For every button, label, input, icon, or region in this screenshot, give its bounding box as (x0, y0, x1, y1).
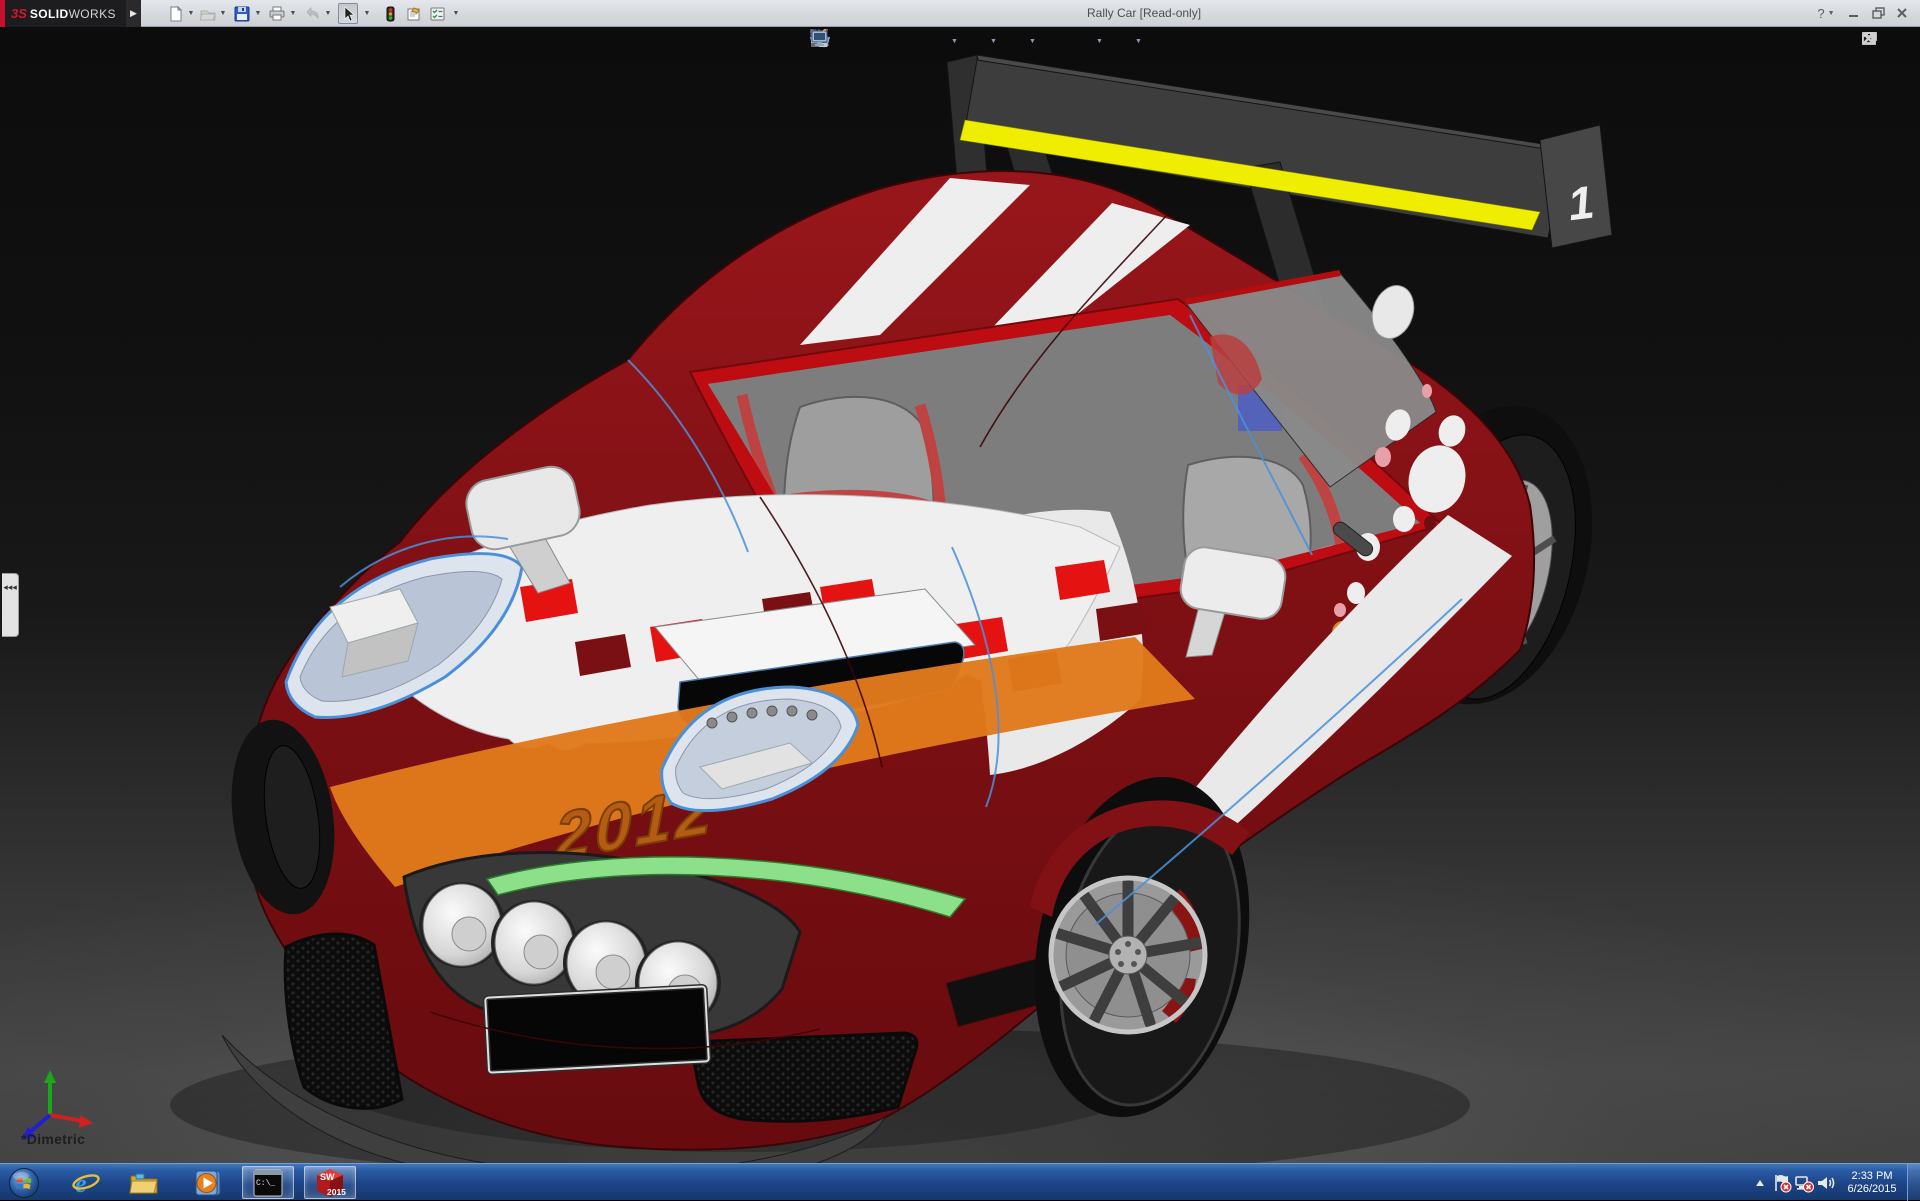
section-view-button[interactable] (894, 29, 920, 53)
taskbar-solidworks-2015[interactable]: SW 2015 (304, 1166, 356, 1199)
logo-solid: SOLID (30, 7, 69, 21)
minimize-button[interactable] (1844, 4, 1864, 22)
options-icon (430, 6, 446, 22)
taskbar-windows-explorer[interactable] (124, 1166, 164, 1199)
rally-car-model[interactable]: 1 (220, 55, 1622, 1163)
taskbar-media-player[interactable] (188, 1166, 228, 1199)
view-orientation-dropdown[interactable]: ▼ (950, 38, 959, 45)
network-disconnected-icon (1794, 1173, 1814, 1193)
save-button[interactable] (232, 3, 252, 24)
taskbar-command-prompt[interactable]: C:\_ (242, 1166, 294, 1199)
select-button[interactable] (338, 3, 358, 24)
file-properties-icon (406, 6, 422, 22)
center-mesh-grille (690, 1033, 917, 1121)
solidworks-logo: 3S SOLIDWORKS (0, 0, 126, 27)
display-style-dropdown[interactable]: ▼ (989, 38, 998, 45)
print-dropdown[interactable]: ▼ (288, 10, 298, 20)
network-status-icon[interactable] (1793, 1164, 1815, 1201)
title-bar: 3S SOLIDWORKS ▶ ▼ ▼ ▼ ▼ ▼ ▼ ▼ Rally Car … (0, 0, 1920, 27)
logo-glyph: 3S (11, 6, 27, 21)
print-button[interactable] (267, 3, 287, 24)
folder-icon (129, 1168, 159, 1198)
action-center-icon[interactable] (1771, 1164, 1793, 1201)
reference-triad (21, 1070, 93, 1140)
view-orientation-label: *Dimetric (21, 1131, 85, 1147)
options-button[interactable] (428, 3, 448, 24)
svg-text:e: e (75, 1169, 87, 1198)
media-player-icon (193, 1168, 223, 1198)
restore-button[interactable] (1868, 4, 1888, 22)
cmd-label: C:\_ (256, 1179, 275, 1188)
print-icon (269, 6, 285, 22)
zoom-to-area-button[interactable] (838, 29, 864, 53)
undo-dropdown[interactable]: ▼ (323, 10, 333, 20)
edit-appearance-button[interactable] (1039, 29, 1065, 53)
new-dropdown[interactable]: ▼ (186, 10, 196, 20)
action-center-flag-icon (1772, 1173, 1792, 1193)
traffic-light-icon (382, 6, 398, 22)
select-dropdown[interactable]: ▼ (362, 10, 372, 20)
sw-letters: SW (320, 1172, 335, 1182)
show-hidden-icons-icon (1754, 1178, 1766, 1188)
hide-show-items-dropdown[interactable]: ▼ (1028, 38, 1037, 45)
volume-icon[interactable] (1815, 1164, 1837, 1201)
help-button[interactable]: ? ▼ (1816, 4, 1836, 22)
start-button[interactable] (4, 1166, 44, 1199)
start-orb-icon (8, 1167, 40, 1199)
undo-button[interactable] (302, 3, 322, 24)
save-dropdown[interactable]: ▼ (253, 10, 263, 20)
sw-badge: 2015 (327, 1187, 346, 1197)
clock-time: 2:33 PM (1837, 1170, 1907, 1183)
window-title: Rally Car [Read-only] (1087, 6, 1201, 20)
logo-works: WORKS (69, 7, 116, 21)
taskbar: e C:\_ SW 2015 (0, 1163, 1920, 1200)
apply-scene-dropdown[interactable]: ▼ (1095, 38, 1104, 45)
close-button[interactable] (1892, 4, 1912, 22)
restore-icon (1872, 7, 1885, 19)
close-icon (1896, 7, 1908, 19)
undo-icon (304, 6, 320, 22)
clock-date: 6/26/2015 (1837, 1183, 1907, 1196)
options-dropdown[interactable]: ▼ (451, 10, 461, 20)
new-document-button[interactable] (166, 3, 186, 24)
taskbar-clock[interactable]: 2:33 PM 6/26/2015 (1837, 1169, 1907, 1196)
solidworks-2015-icon: SW 2015 (313, 1167, 347, 1199)
select-cursor-icon (340, 6, 356, 22)
command-prompt-icon: C:\_ (253, 1169, 283, 1197)
display-style-button[interactable] (961, 29, 987, 53)
view-settings-button[interactable] (1106, 29, 1132, 53)
help-dropdown: ▼ (1828, 10, 1835, 17)
help-icon: ? (1817, 6, 1824, 21)
file-properties-button[interactable] (404, 3, 424, 24)
heads-up-view-toolbar: ▼ ▼ ▼ ▼ ▼ (810, 29, 1143, 53)
internet-explorer-icon: e (71, 1168, 101, 1198)
system-tray: 2:33 PM 6/26/2015 (1749, 1164, 1920, 1201)
license-plate (485, 986, 709, 1072)
taskbar-internet-explorer[interactable]: e (66, 1166, 106, 1199)
minimize-icon (1848, 7, 1860, 19)
rebuild-button[interactable] (380, 3, 400, 24)
view-settings-icon (810, 29, 830, 48)
save-floppy-icon (234, 6, 250, 22)
speaker-icon (1816, 1173, 1836, 1193)
show-hidden-icons-button[interactable] (1749, 1164, 1771, 1201)
open-dropdown[interactable]: ▼ (218, 10, 228, 20)
model-canvas[interactable]: 1 (0, 27, 1920, 1163)
apply-scene-button[interactable] (1067, 29, 1093, 53)
new-document-icon (168, 6, 184, 22)
hide-show-items-button[interactable] (1000, 29, 1026, 53)
previous-view-button[interactable] (866, 29, 892, 53)
feature-manager-collapsed-tab[interactable]: ◂◂◂ (2, 573, 19, 637)
open-document-button[interactable] (198, 3, 218, 24)
expand-toolbar-button[interactable]: ▶ (126, 0, 141, 27)
graphics-area[interactable]: 1 (0, 27, 1920, 1163)
view-orientation-button[interactable] (922, 29, 948, 53)
show-desktop-button[interactable] (1907, 1164, 1920, 1201)
open-folder-icon (200, 6, 216, 22)
view-settings-dropdown[interactable]: ▼ (1134, 38, 1143, 45)
close-document-icon (1862, 32, 1875, 45)
